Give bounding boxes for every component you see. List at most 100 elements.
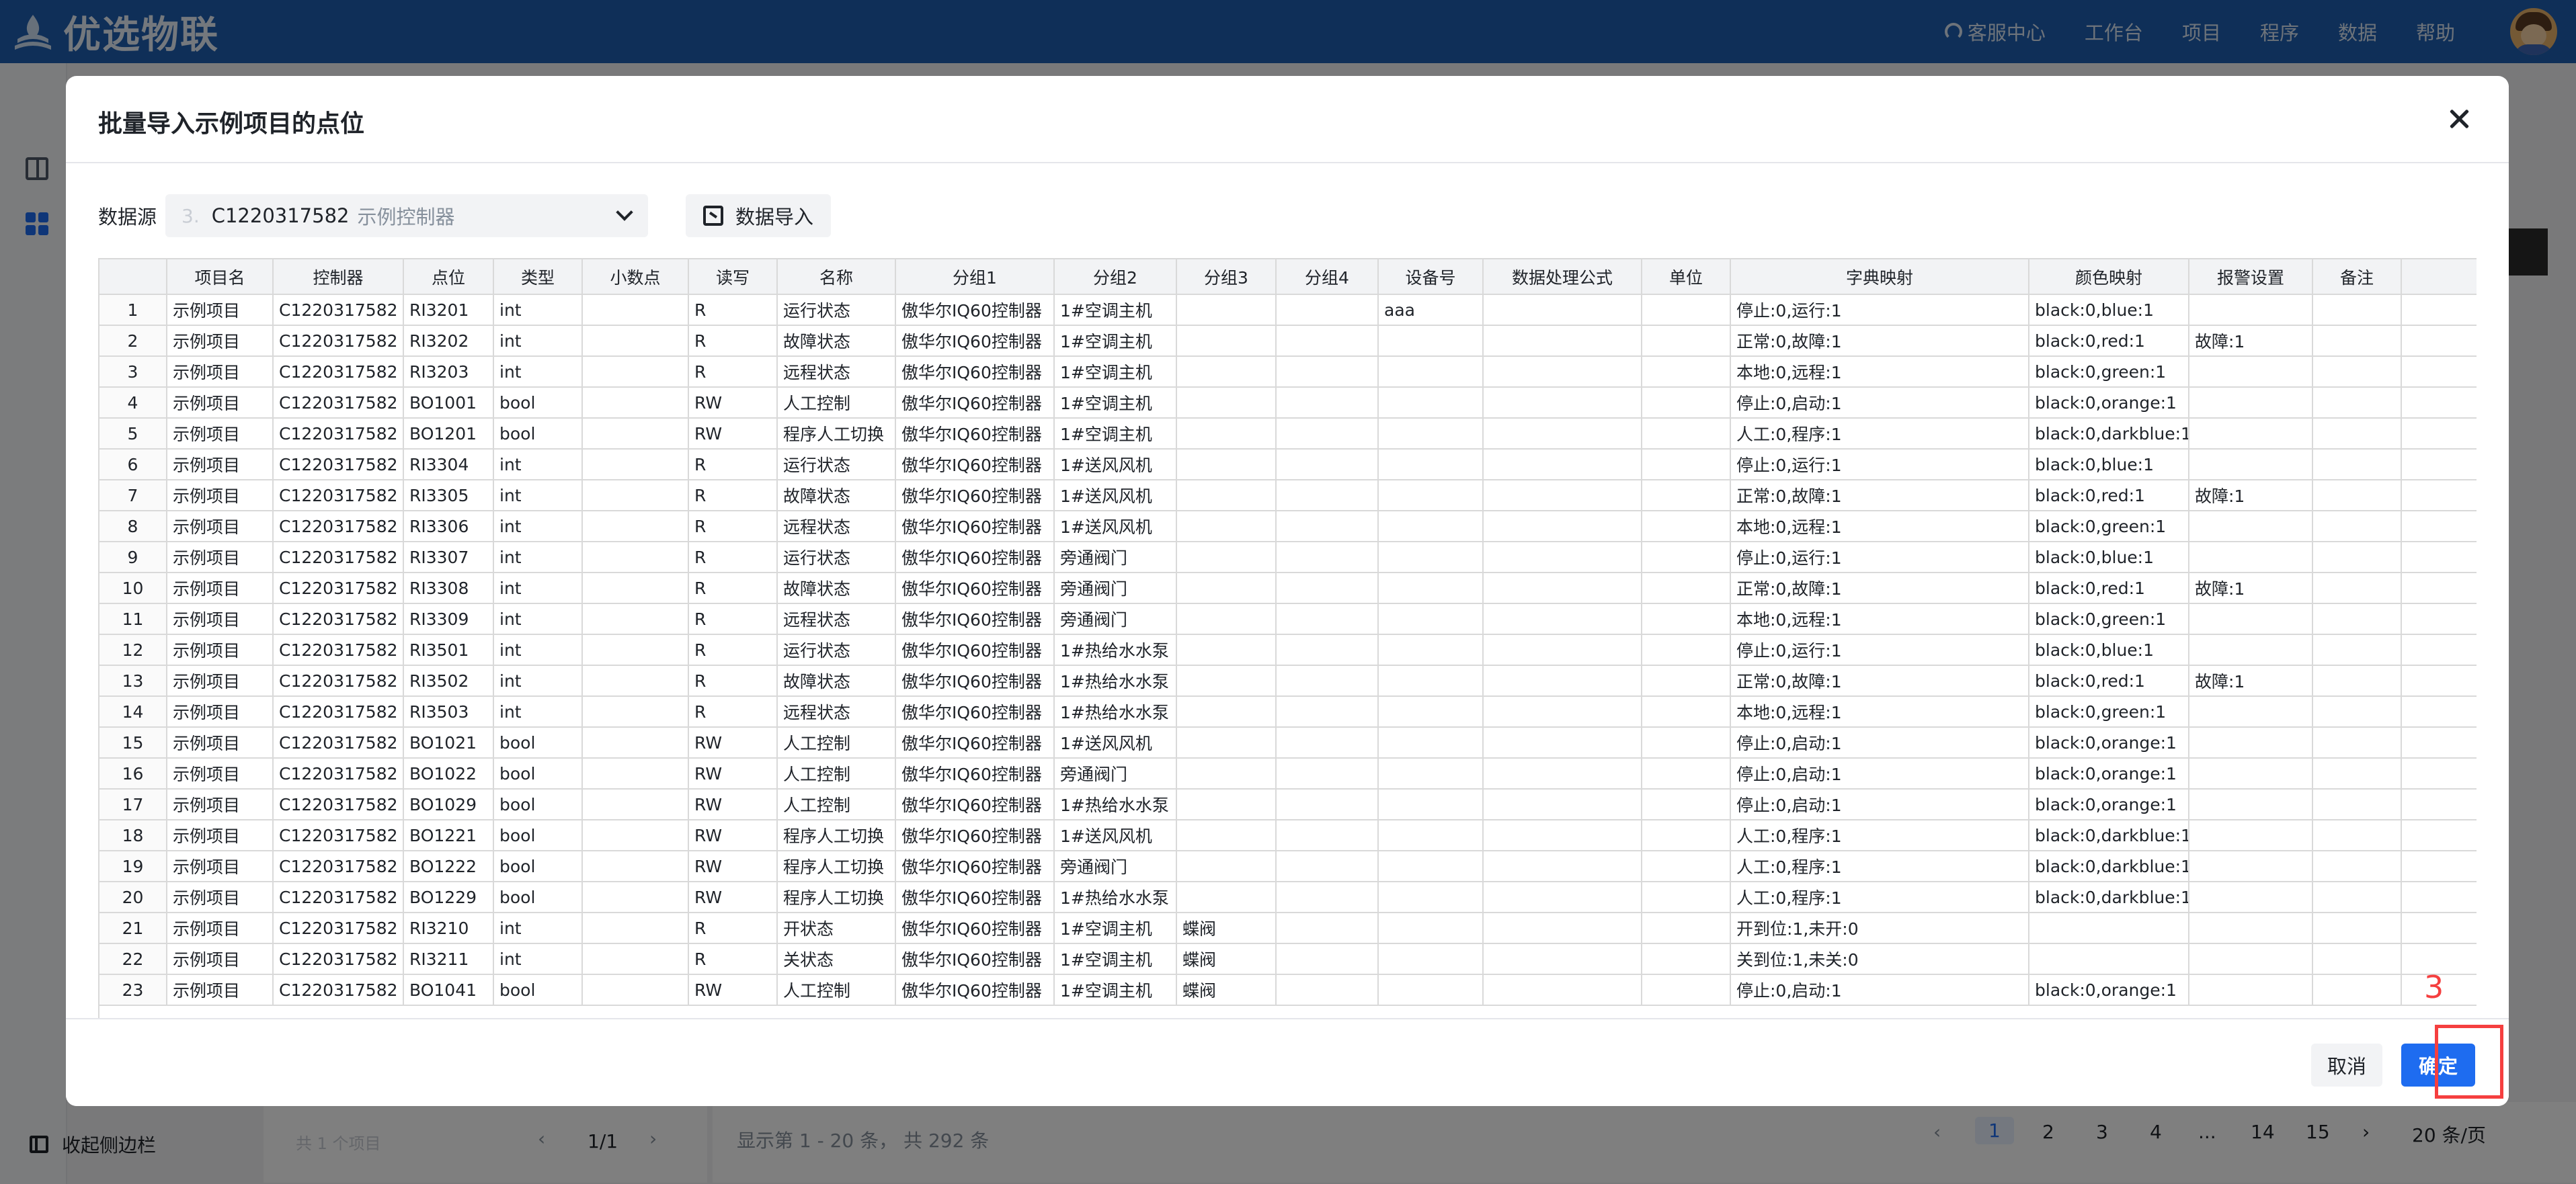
table-cell: BO1022	[403, 758, 494, 790]
table-cell: 关到位:1,未关:0	[1730, 943, 2029, 975]
table-cell: R	[688, 634, 778, 666]
table-row[interactable]: 10 示例项目 C1220317582 RI3308 int R 故障状态 傲华尔IQ60控制…	[99, 573, 2477, 604]
table-row[interactable]: 18 示例项目 C1220317582 BO1221 bool RW 程序人工切换 傲华尔IQ…	[99, 820, 2477, 851]
table-cell: BO1221	[403, 820, 494, 851]
table-row[interactable]: 22 示例项目 C1220317582 RI3211 int R 关状态 傲华尔IQ60控制器…	[99, 943, 2477, 975]
table-cell: C1220317582	[273, 387, 404, 419]
table-row[interactable]: 21 示例项目 C1220317582 RI3210 int R 开状态 傲华尔IQ60控制器…	[99, 913, 2477, 944]
table-cell	[1483, 820, 1642, 851]
table-row[interactable]: 3 示例项目 C1220317582 RI3203 int R 远程状态 傲华尔IQ60控制器…	[99, 356, 2477, 388]
column-header: 单位	[1642, 259, 1731, 295]
table-cell: bool	[493, 974, 583, 1006]
close-icon[interactable]	[2446, 105, 2472, 132]
points-table[interactable]: 项目名 控制器 点位 类型 小数点 读写 名称 分组1 分组2 分组3 分组4 设备号 数据处理公式 单位…	[98, 258, 2477, 1067]
table-cell: RW	[688, 387, 778, 419]
table-cell: R	[688, 665, 778, 697]
table-cell: C1220317582	[273, 913, 404, 944]
table-cell	[1378, 789, 1484, 820]
table-cell	[1276, 974, 1379, 1006]
table-row[interactable]: 7 示例项目 C1220317582 RI3305 int R 故障状态 傲华尔IQ60控制器…	[99, 480, 2477, 511]
table-cell: 人工:0,程序:1	[1730, 820, 2029, 851]
row-index: 22	[99, 943, 167, 975]
table-cell: 傲华尔IQ60控制器	[895, 882, 1055, 913]
table-cell	[2401, 511, 2477, 542]
table-cell: 傲华尔IQ60控制器	[895, 727, 1055, 759]
table-cell	[2401, 387, 2477, 419]
table-row[interactable]: 5 示例项目 C1220317582 BO1201 bool RW 程序人工切换 傲华尔IQ6…	[99, 418, 2477, 450]
table-cell: 傲华尔IQ60控制器	[895, 511, 1055, 542]
table-row[interactable]: 6 示例项目 C1220317582 RI3304 int R 运行状态 傲华尔IQ60控制器…	[99, 449, 2477, 480]
table-cell: C1220317582	[273, 851, 404, 882]
table-cell	[1378, 325, 1484, 357]
table-cell: BO1222	[403, 851, 494, 882]
table-row[interactable]: 23 示例项目 C1220317582 BO1041 bool RW 人工控制 傲华尔IQ60…	[99, 974, 2477, 1006]
table-row[interactable]: 19 示例项目 C1220317582 BO1222 bool RW 程序人工切换 傲华尔IQ…	[99, 851, 2477, 882]
table-cell: 傲华尔IQ60控制器	[895, 603, 1055, 635]
column-header: 设备号	[1378, 259, 1484, 295]
table-cell: 开状态	[777, 913, 896, 944]
table-cell	[2312, 882, 2402, 913]
table-row[interactable]: 12 示例项目 C1220317582 RI3501 int R 运行状态 傲华尔IQ60控制…	[99, 634, 2477, 666]
table-cell	[1642, 356, 1731, 388]
table-cell: BO1201	[403, 418, 494, 450]
table-cell	[1276, 665, 1379, 697]
table-cell	[582, 882, 689, 913]
table-row[interactable]: 4 示例项目 C1220317582 BO1001 bool RW 人工控制 傲华尔IQ60控…	[99, 387, 2477, 419]
table-cell	[582, 913, 689, 944]
table-cell	[1483, 974, 1642, 1006]
table-row[interactable]: 17 示例项目 C1220317582 BO1029 bool RW 人工控制 傲华尔IQ60…	[99, 789, 2477, 820]
table-cell: 蝶阀	[1176, 943, 1277, 975]
table-cell: int	[493, 603, 583, 635]
table-row[interactable]: 8 示例项目 C1220317582 RI3306 int R 远程状态 傲华尔IQ60控制器…	[99, 511, 2477, 542]
modal-title: 批量导入示例项目的点位	[98, 110, 365, 138]
table-cell	[2189, 913, 2313, 944]
table-cell	[1483, 882, 1642, 913]
table-cell: 1#空调主机	[1054, 356, 1177, 388]
table-cell: int	[493, 325, 583, 357]
table-cell: 停止:0,启动:1	[1730, 974, 2029, 1006]
table-cell	[2312, 480, 2402, 511]
table-cell	[2189, 727, 2313, 759]
table-row[interactable]: 1 示例项目 C1220317582 RI3201 int R 运行状态 傲华尔IQ60控制器…	[99, 294, 2477, 326]
table-cell: int	[493, 511, 583, 542]
table-cell	[1276, 758, 1379, 790]
table-cell: 停止:0,启动:1	[1730, 789, 2029, 820]
table-cell	[1642, 480, 1731, 511]
column-header: 名称	[777, 259, 896, 295]
column-header: 分组2	[1054, 259, 1177, 295]
row-index: 11	[99, 603, 167, 635]
table-cell	[1378, 418, 1484, 450]
table-row[interactable]: 16 示例项目 C1220317582 BO1022 bool RW 人工控制 傲华尔IQ60…	[99, 758, 2477, 790]
datasource-select[interactable]: 3. C1220317582 示例控制器	[165, 194, 648, 237]
table-cell	[1276, 418, 1379, 450]
table-cell	[2312, 789, 2402, 820]
cancel-button[interactable]: 取消	[2310, 1044, 2382, 1087]
row-index: 16	[99, 758, 167, 790]
table-cell	[2401, 882, 2477, 913]
table-row[interactable]: 9 示例项目 C1220317582 RI3307 int R 运行状态 傲华尔IQ60控制器…	[99, 542, 2477, 573]
table-cell: R	[688, 696, 778, 728]
table-cell	[1176, 294, 1277, 326]
table-cell: 1#热给水水泵	[1054, 789, 1177, 820]
table-row[interactable]: 11 示例项目 C1220317582 RI3309 int R 远程状态 傲华尔IQ60控制…	[99, 603, 2477, 635]
column-header: 项目名	[167, 259, 274, 295]
table-cell: black:0,red:1	[2029, 665, 2189, 697]
table-cell	[2312, 418, 2402, 450]
table-cell	[582, 820, 689, 851]
data-import-button[interactable]: 数据导入	[686, 194, 832, 237]
table-cell	[1642, 789, 1731, 820]
table-row[interactable]: 13 示例项目 C1220317582 RI3502 int R 故障状态 傲华尔IQ60控制…	[99, 665, 2477, 697]
table-row[interactable]: 2 示例项目 C1220317582 RI3202 int R 故障状态 傲华尔IQ60控制器…	[99, 325, 2477, 357]
row-index: 3	[99, 356, 167, 388]
table-row[interactable]: 14 示例项目 C1220317582 RI3503 int R 远程状态 傲华尔IQ60控制…	[99, 696, 2477, 728]
table-cell: 旁通阀门	[1054, 851, 1177, 882]
table-cell	[2401, 758, 2477, 790]
table-cell: 故障状态	[777, 573, 896, 604]
table-cell	[2189, 696, 2313, 728]
table-row[interactable]: 20 示例项目 C1220317582 BO1229 bool RW 程序人工切换 傲华尔IQ…	[99, 882, 2477, 913]
row-index: 2	[99, 325, 167, 357]
table-cell	[2189, 449, 2313, 480]
table-row[interactable]: 15 示例项目 C1220317582 BO1021 bool RW 人工控制 傲华尔IQ60…	[99, 727, 2477, 759]
table-cell: C1220317582	[273, 727, 404, 759]
table-cell: 1#热给水水泵	[1054, 665, 1177, 697]
